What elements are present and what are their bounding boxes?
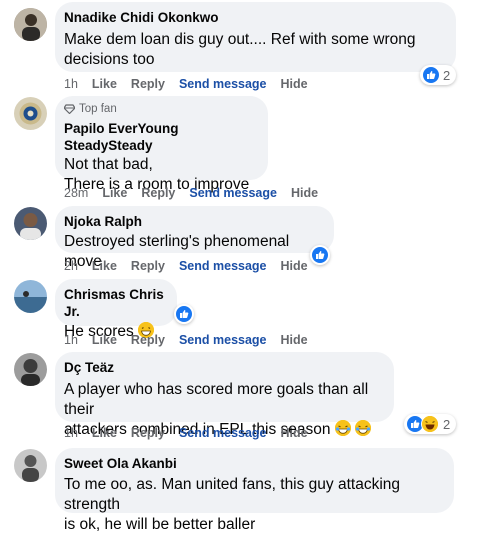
avatar-image <box>14 280 47 313</box>
top-fan-badge: Top fan <box>64 102 256 116</box>
diamond-icon <box>64 104 75 114</box>
comment-author[interactable]: Nnadike Chidi Okonkwo <box>64 9 444 26</box>
avatar[interactable] <box>14 97 47 130</box>
avatar[interactable] <box>14 207 47 240</box>
tears-of-joy-emoji-icon <box>334 420 351 436</box>
comment-actions: 1h Like Reply Send message Hide <box>64 77 322 91</box>
comment-time[interactable]: 1h <box>64 426 78 440</box>
haha-reaction-icon <box>421 415 439 433</box>
comment-time[interactable]: 28m <box>64 186 88 200</box>
reaction-summary[interactable] <box>174 304 194 324</box>
comment-author[interactable]: Dç Teäz <box>64 359 382 376</box>
like-button[interactable]: Like <box>92 426 117 440</box>
reply-button[interactable]: Reply <box>131 333 165 347</box>
reply-button[interactable]: Reply <box>131 426 165 440</box>
like-button[interactable]: Like <box>92 259 117 273</box>
comment-author[interactable]: Njoka Ralph <box>64 213 322 230</box>
comment-author[interactable]: Sweet Ola Akanbi <box>64 455 442 472</box>
avatar[interactable] <box>14 449 47 482</box>
comment-actions: 28m Like Reply Send message Hide <box>64 186 332 200</box>
comment-text-line: To me oo, as. Man united fans, this guy … <box>64 476 401 513</box>
avatar-image <box>14 353 47 386</box>
like-reaction-icon <box>423 67 439 83</box>
avatar-image <box>14 97 47 130</box>
hide-button[interactable]: Hide <box>281 259 308 273</box>
comment-text-line: Make dem loan dis guy out.... Ref with s… <box>64 31 416 48</box>
like-button[interactable]: Like <box>92 333 117 347</box>
comment-author[interactable]: Papilo EverYoung SteadySteady <box>64 120 256 154</box>
avatar-image <box>14 449 47 482</box>
send-message-button[interactable]: Send message <box>179 333 267 347</box>
reply-button[interactable]: Reply <box>131 259 165 273</box>
avatar-image <box>14 207 47 240</box>
reaction-count: 2 <box>443 67 451 83</box>
hide-button[interactable]: Hide <box>291 186 318 200</box>
hide-button[interactable]: Hide <box>281 426 308 440</box>
comment-bubble: Sweet Ola Akanbi To me oo, as. Man unite… <box>55 448 454 533</box>
like-button[interactable]: Like <box>102 186 127 200</box>
comment-bubble: Chrismas Chris Jr. He scores <box>55 279 177 340</box>
comment-time[interactable]: 1h <box>64 77 78 91</box>
top-fan-label: Top fan <box>79 103 117 115</box>
like-reaction-icon <box>176 306 192 322</box>
comment-text-line: decisions too <box>64 51 155 68</box>
comment-time[interactable]: 2h <box>64 259 78 273</box>
avatar[interactable] <box>14 8 47 41</box>
comment-bubble: Dç Teäz A player who has scored more goa… <box>55 352 394 438</box>
comment-actions: 1h Like Reply Send message Hide <box>64 426 322 440</box>
send-message-button[interactable]: Send message <box>189 186 277 200</box>
reaction-summary[interactable]: 2 <box>404 414 457 434</box>
comment-actions: 2h Like Reply Send message Hide <box>64 259 322 273</box>
comment-bubble: Nnadike Chidi Okonkwo Make dem loan dis … <box>55 2 456 72</box>
hide-button[interactable]: Hide <box>281 77 308 91</box>
avatar-image <box>14 8 47 41</box>
comment-actions: 1h Like Reply Send message Hide <box>64 333 322 347</box>
reaction-count: 2 <box>443 416 451 432</box>
comment-author[interactable]: Chrismas Chris Jr. <box>64 286 165 320</box>
avatar[interactable] <box>14 280 47 313</box>
tears-of-joy-emoji-icon <box>355 420 372 436</box>
send-message-button[interactable]: Send message <box>179 426 267 440</box>
comment-time[interactable]: 1h <box>64 333 78 347</box>
reply-button[interactable]: Reply <box>141 186 175 200</box>
avatar[interactable] <box>14 353 47 386</box>
send-message-button[interactable]: Send message <box>179 259 267 273</box>
send-message-button[interactable]: Send message <box>179 77 267 91</box>
like-button[interactable]: Like <box>92 77 117 91</box>
hide-button[interactable]: Hide <box>281 333 308 347</box>
reaction-summary[interactable]: 2 <box>420 65 457 85</box>
comment-text-line: Not that bad, <box>64 156 153 173</box>
comment-bubble: Njoka Ralph Destroyed sterling's phenome… <box>55 206 334 270</box>
comment-text-line: A player who has scored more goals than … <box>64 381 369 418</box>
comment-bubble: Top fan Papilo EverYoung SteadySteady No… <box>55 96 268 193</box>
reply-button[interactable]: Reply <box>131 77 165 91</box>
comment-text-line: is ok, he will be better baller <box>64 516 256 533</box>
